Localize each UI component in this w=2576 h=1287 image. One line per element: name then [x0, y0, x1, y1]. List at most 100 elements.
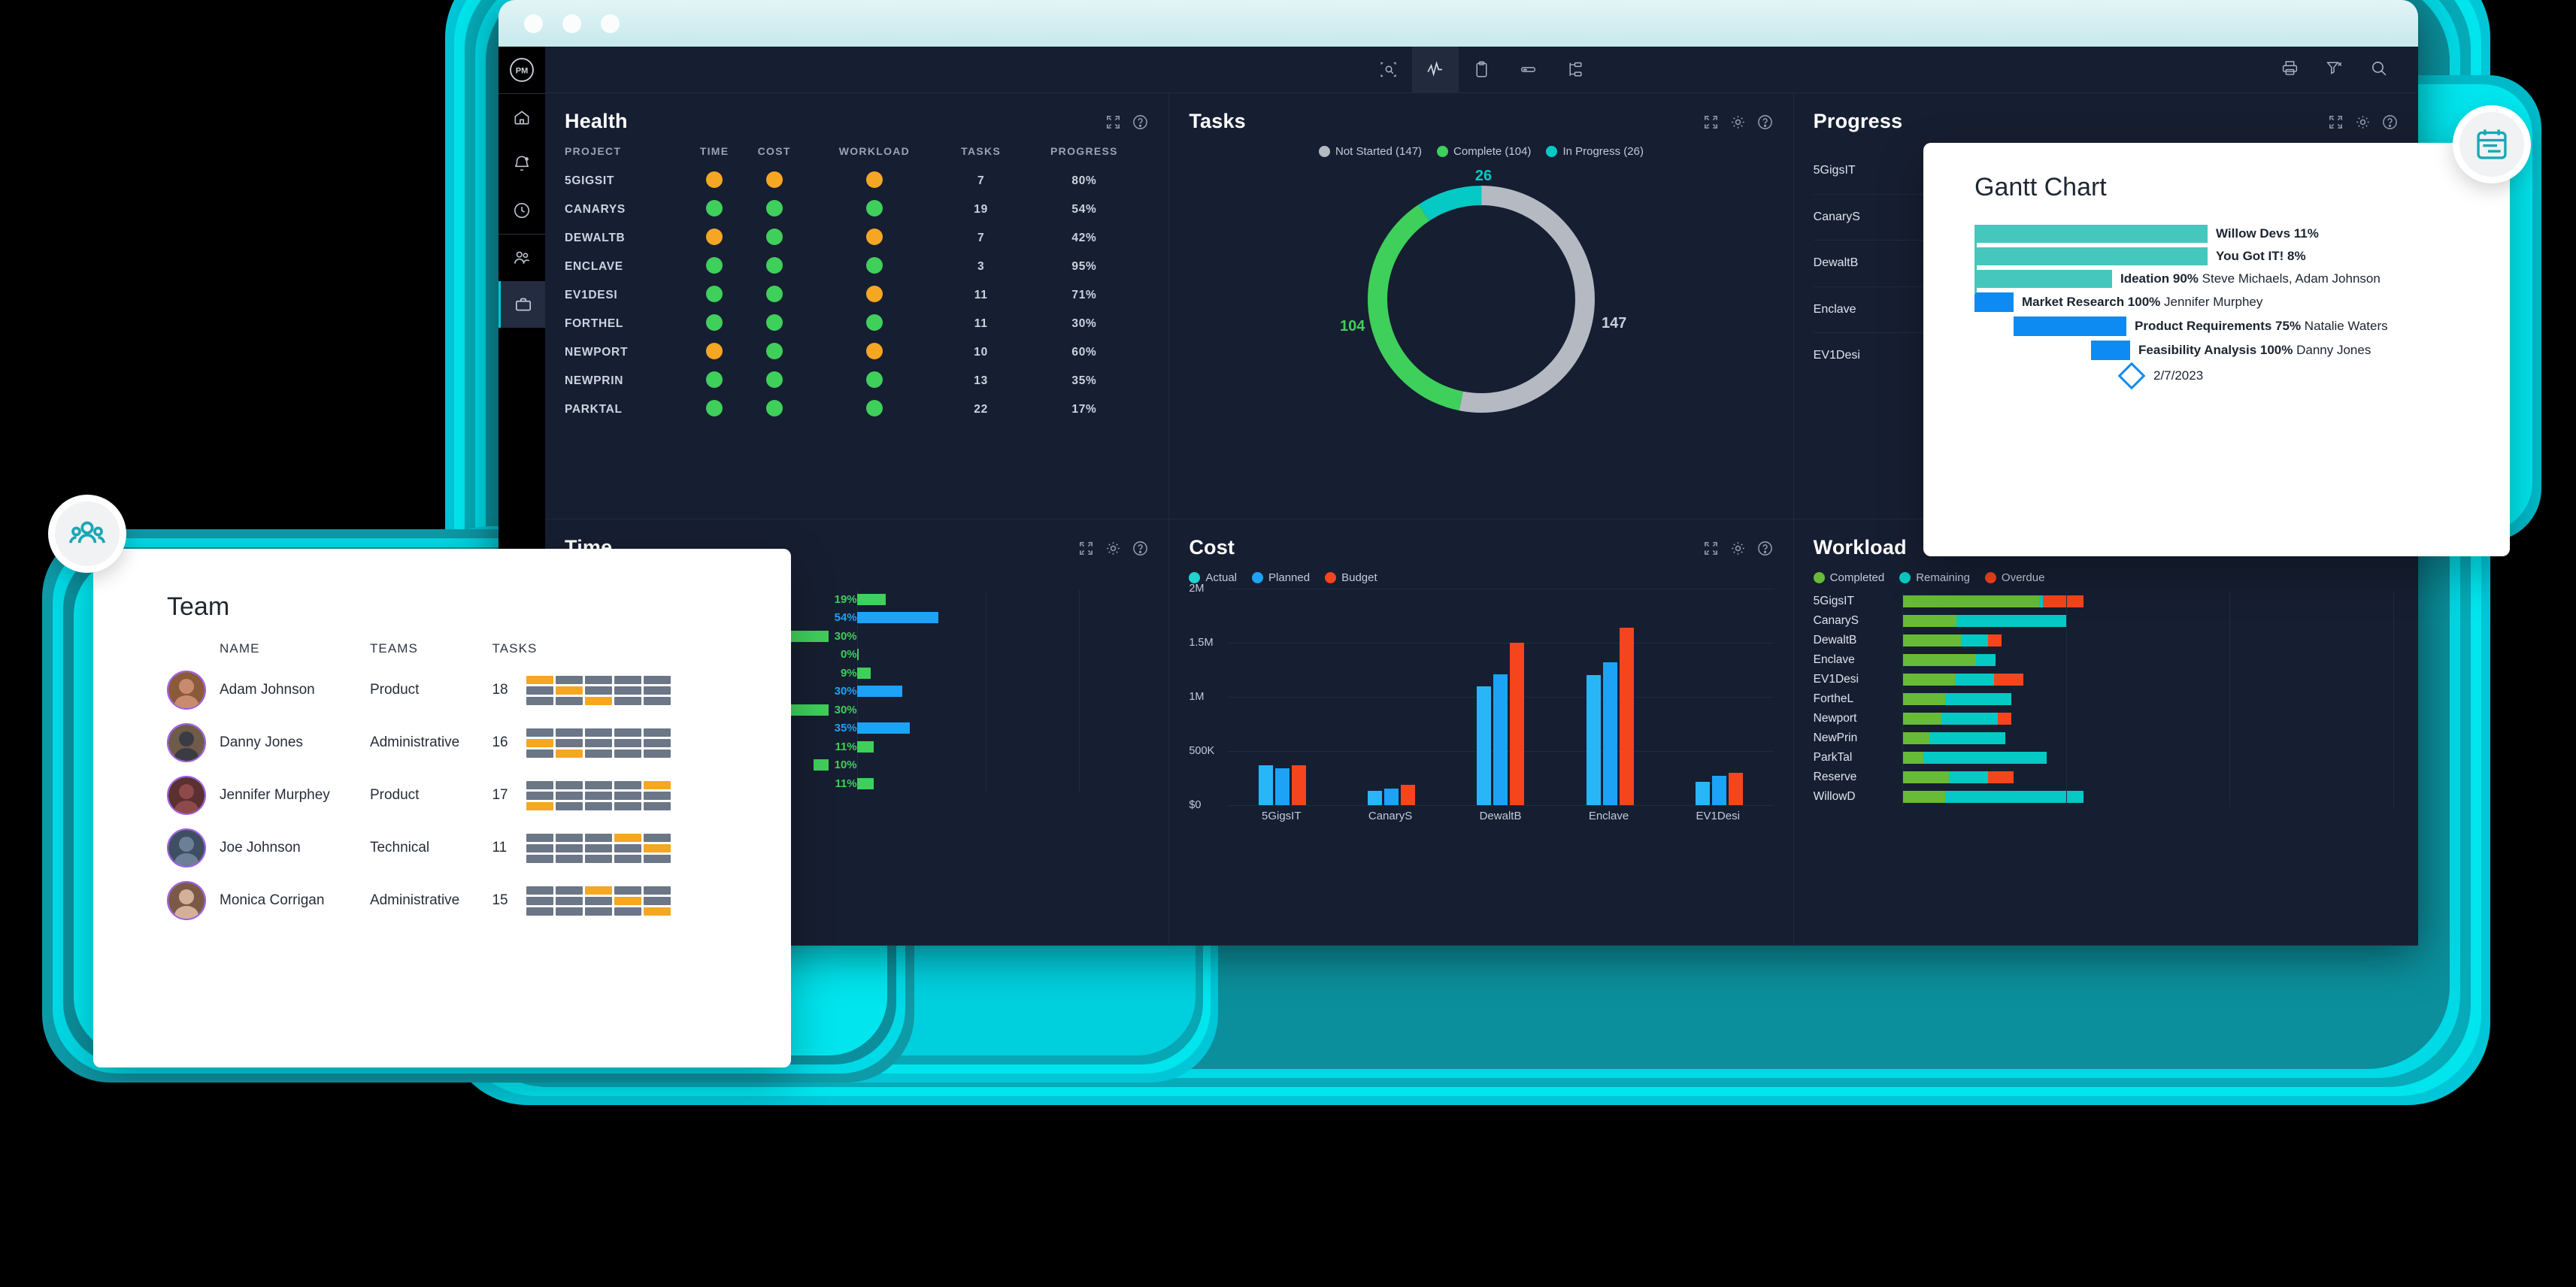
toolbar-clear-filter-button[interactable] — [2325, 59, 2344, 81]
legend-item[interactable]: Not Started (147) — [1318, 145, 1423, 158]
legend-item[interactable]: Complete (104) — [1437, 145, 1531, 158]
workload-row[interactable]: Reserve — [1814, 768, 2399, 787]
help-icon[interactable] — [1132, 540, 1149, 561]
gantt-row[interactable]: Ideation 90% Steve Michaels, Adam Johnso… — [1974, 270, 2510, 288]
expand-icon[interactable] — [1702, 114, 1720, 135]
team-row[interactable]: Monica Corrigan Administrative 15 — [167, 874, 723, 927]
help-icon[interactable] — [1132, 114, 1149, 135]
workload-row[interactable]: CanaryS — [1814, 611, 2399, 631]
clipboard-icon — [1476, 61, 1487, 77]
health-cell-workload — [806, 338, 943, 367]
legend-label: Budget — [1341, 571, 1377, 584]
donut-label-in-progress: 26 — [1475, 168, 1492, 184]
workload-row[interactable]: NewPrin — [1814, 728, 2399, 748]
table-row[interactable]: PARKTAL 22 17% — [565, 395, 1149, 424]
gear-icon[interactable] — [1729, 540, 1747, 561]
legend-item[interactable]: Remaining — [1899, 571, 1970, 584]
window-dot-close[interactable] — [524, 14, 543, 33]
app-logo[interactable]: PM — [499, 47, 545, 93]
table-row[interactable]: DEWALTB 7 42% — [565, 224, 1149, 253]
gantt-row[interactable]: Market Research 100% Jennifer Murphey — [1974, 292, 2510, 312]
workload-row[interactable]: 5GigsIT — [1814, 592, 2399, 611]
legend-label: Not Started (147) — [1335, 145, 1423, 158]
gantt-row[interactable]: Willow Devs 11% — [1974, 225, 2510, 243]
gantt-row[interactable]: Product Requirements 75% Natalie Waters — [1974, 316, 2510, 336]
expand-icon[interactable] — [2327, 114, 2344, 135]
gantt-card-title: Gantt Chart — [1974, 173, 2107, 201]
toolbar-timeline-button[interactable] — [1505, 47, 1552, 93]
legend-label: Planned — [1268, 571, 1311, 584]
time-pct: 11% — [835, 740, 857, 753]
gear-icon[interactable] — [1105, 540, 1122, 561]
sidebar-item-notifications[interactable] — [499, 141, 545, 187]
gantt-row[interactable]: You Got IT! 8% — [1974, 247, 2510, 265]
window-dot-minimize[interactable] — [562, 14, 581, 33]
help-icon[interactable] — [1756, 114, 1774, 135]
workload-label: Newport — [1813, 712, 1857, 725]
toolbar-dashboard-button[interactable] — [1365, 47, 1412, 93]
window-dot-maximize[interactable] — [601, 14, 620, 33]
workload-rows: 5GigsIT CanaryS DewaltB Enclave EV1Desi Forth… — [1814, 592, 2399, 807]
sidebar-item-team[interactable] — [499, 235, 545, 281]
table-row[interactable]: NEWPRIN 13 35% — [565, 367, 1149, 395]
team-row[interactable]: Joe Johnson Technical 11 — [167, 822, 723, 874]
screenshot-root: PM Health PROJECT TIME COST WORKLOAD TAS… — [0, 0, 2576, 1287]
cost-bar-group[interactable] — [1368, 589, 1416, 805]
cost-bar — [1619, 627, 1634, 805]
sidebar-item-portfolio[interactable] — [499, 281, 545, 328]
legend-item[interactable]: Budget — [1325, 571, 1377, 584]
sidebar-item-time[interactable] — [499, 187, 545, 234]
workload-row[interactable]: EV1Desi — [1814, 670, 2399, 689]
time-pct: 54% — [834, 611, 857, 625]
gear-icon[interactable] — [2354, 114, 2371, 135]
team-row[interactable]: Jennifer Murphey Product 17 — [167, 769, 723, 822]
cost-bar — [1275, 768, 1290, 805]
health-cell-progress: 60% — [1071, 346, 1097, 359]
workload-row[interactable]: WillowD — [1814, 787, 2399, 807]
table-row[interactable]: CANARYS 19 54% — [565, 195, 1149, 224]
workload-segment — [1902, 791, 1945, 803]
gantt-milestone[interactable]: 2/7/2023 — [2117, 362, 2510, 390]
toolbar-reports-button[interactable] — [1459, 47, 1505, 93]
workload-row[interactable]: ParkTal — [1814, 748, 2399, 768]
cost-bar-group[interactable] — [1695, 589, 1743, 805]
workload-row[interactable]: Newport — [1814, 709, 2399, 728]
gantt-bar — [2091, 341, 2130, 360]
workload-segment — [1902, 752, 1924, 764]
table-row[interactable]: FORTHEL 11 30% — [565, 310, 1149, 338]
workload-row[interactable]: DewaltB — [1814, 631, 2399, 650]
table-row[interactable]: ENCLAVE 3 95% — [565, 253, 1149, 281]
legend-label: Complete (104) — [1453, 145, 1532, 158]
expand-icon[interactable] — [1105, 114, 1122, 135]
toolbar-status-button[interactable] — [1411, 46, 1459, 93]
toolbar-workflow-button[interactable] — [1552, 47, 1599, 93]
workload-row[interactable]: Enclave — [1814, 650, 2399, 670]
expand-icon[interactable] — [1702, 540, 1720, 561]
cost-bar-group[interactable] — [1259, 589, 1307, 805]
team-row[interactable]: Danny Jones Administrative 16 — [167, 716, 723, 769]
legend-item[interactable]: In Progress (26) — [1546, 145, 1644, 158]
legend-item[interactable]: Overdue — [1984, 571, 2044, 584]
table-row[interactable]: 5GIGSIT 7 80% — [565, 167, 1149, 195]
health-cell-project: NEWPRIN — [565, 374, 624, 387]
health-cell-cost — [742, 253, 806, 281]
team-row[interactable]: Adam Johnson Product 18 — [167, 664, 723, 716]
legend-item[interactable]: Completed — [1813, 571, 1884, 584]
gantt-row[interactable]: Feasibility Analysis 100% Danny Jones — [1974, 341, 2510, 360]
help-icon[interactable] — [1756, 540, 1774, 561]
toolbar-search-button[interactable] — [2369, 59, 2388, 81]
workload-segment — [1902, 654, 1977, 666]
expand-icon[interactable] — [1077, 540, 1095, 561]
help-icon[interactable] — [2381, 114, 2399, 135]
table-row[interactable]: NEWPORT 10 60% — [565, 338, 1149, 367]
health-cell-cost — [742, 338, 806, 367]
workload-row[interactable]: FortheL — [1814, 689, 2399, 709]
table-row[interactable]: EV1DESI 11 71% — [565, 281, 1149, 310]
sidebar-item-home[interactable] — [499, 94, 545, 141]
cost-bar-group[interactable] — [1586, 589, 1634, 805]
cost-bar-group[interactable] — [1477, 589, 1525, 805]
health-cell-tasks: 19 — [974, 203, 988, 216]
gear-icon[interactable] — [1729, 114, 1747, 135]
legend-item[interactable]: Planned — [1252, 571, 1310, 584]
toolbar-print-button[interactable] — [2281, 59, 2299, 81]
